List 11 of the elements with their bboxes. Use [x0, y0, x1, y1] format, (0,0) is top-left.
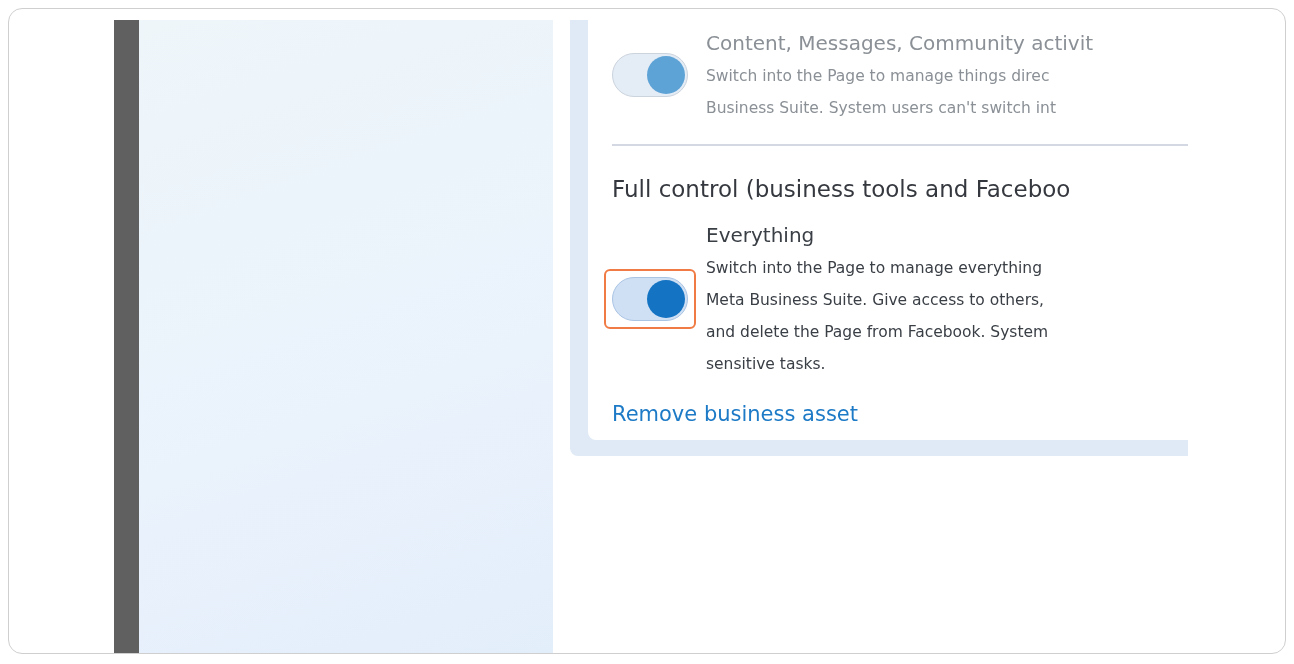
toggle-switch[interactable]: [612, 277, 688, 321]
permission-description: Meta Business Suite. Give access to others,: [706, 290, 1046, 311]
permission-description: sensitive tasks.: [706, 354, 827, 375]
remove-asset-link[interactable]: Remove business asset: [612, 402, 858, 426]
section-heading: Full control (business tools and Faceboo: [612, 175, 1072, 204]
permission-description: Switch into the Page to manage everything: [706, 258, 1043, 279]
permission-description: Business Suite. System users can't switch int: [706, 98, 1057, 119]
permission-description: and delete the Page from Facebook. System: [706, 322, 1049, 343]
permission-title: Content, Messages, Community activit: [706, 30, 1094, 57]
permission-title: Everything: [706, 222, 816, 249]
permission-description: Switch into the Page to manage things direc: [706, 66, 1051, 87]
